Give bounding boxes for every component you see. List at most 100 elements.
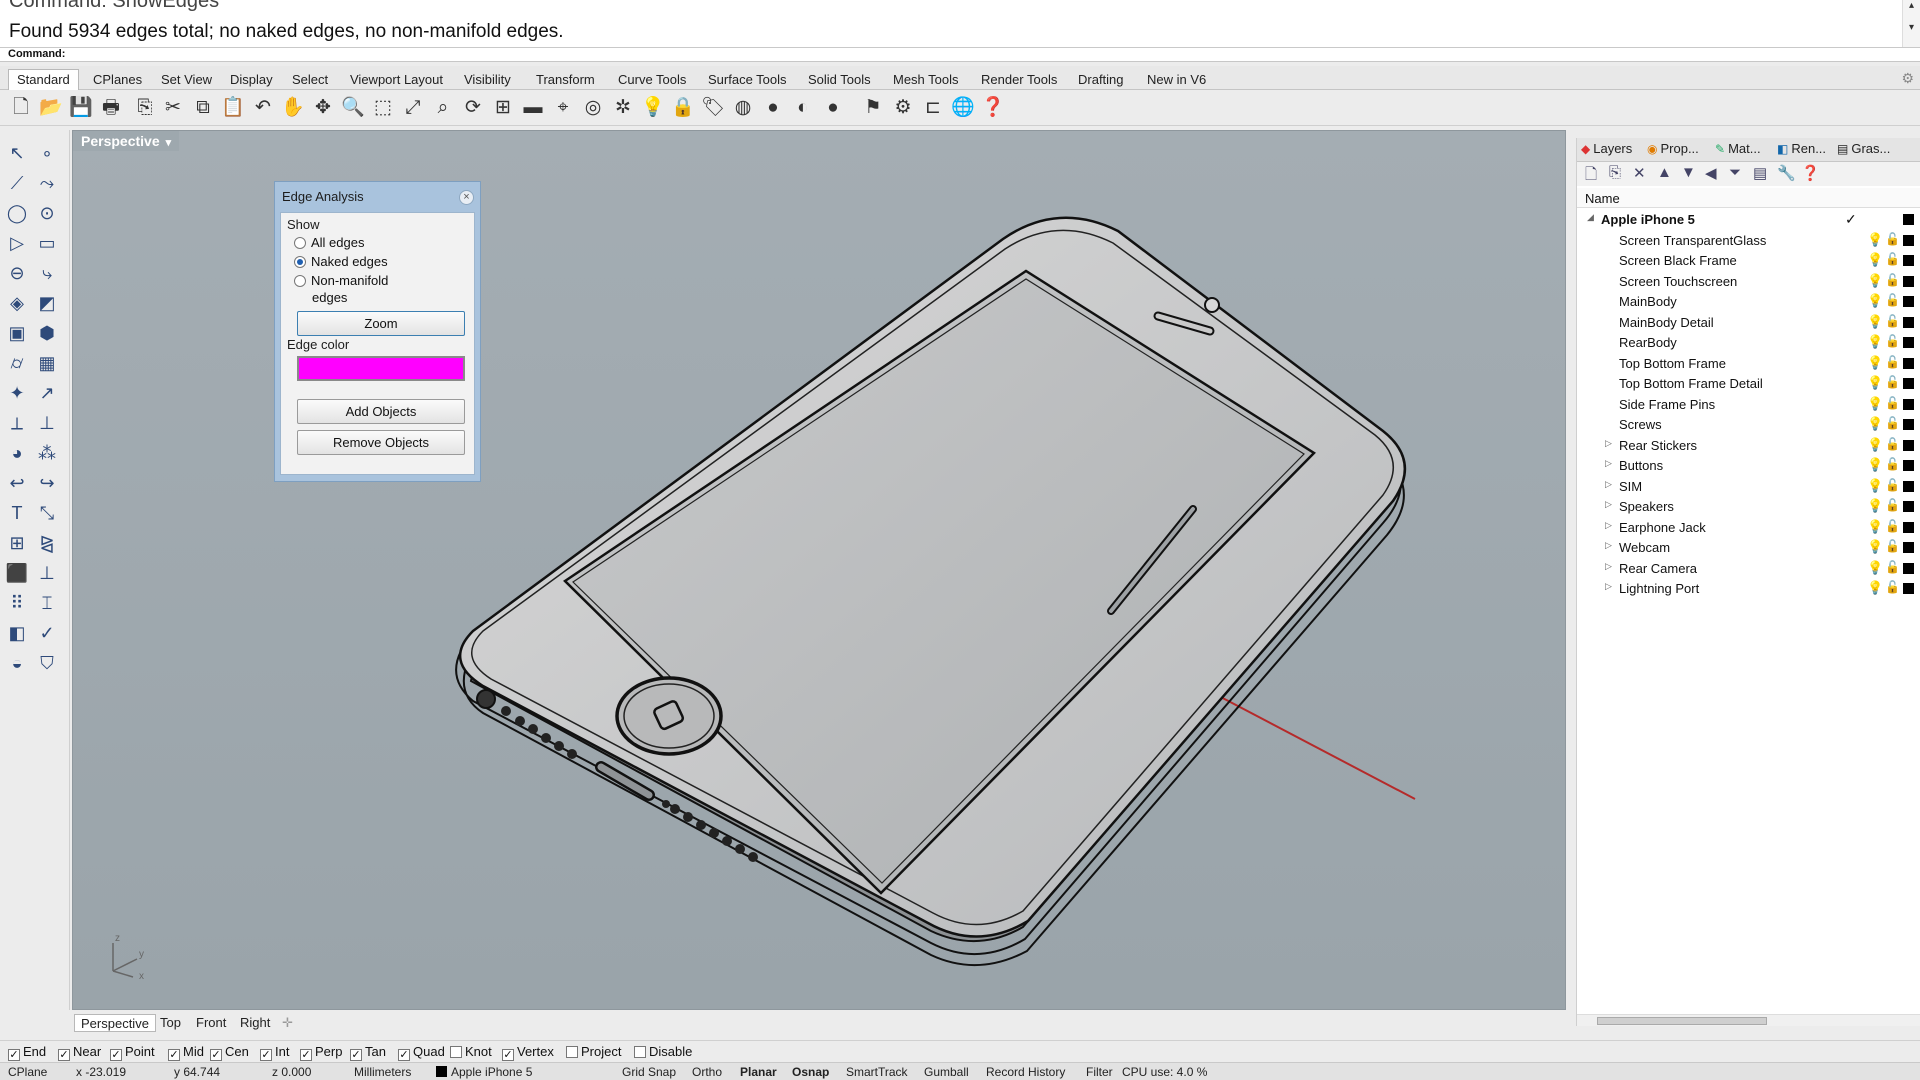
select-arrow-icon[interactable]: ↖ [4,140,30,166]
circle-icon[interactable]: ◯ [4,200,30,226]
layer-color-swatch[interactable] [1903,337,1914,348]
viewport-tab-top[interactable]: Top [154,1014,187,1032]
mirror-icon[interactable]: ⧎ [34,530,60,556]
visibility-bulb-icon[interactable]: 💡 [1867,560,1883,576]
render-sphere-icon[interactable]: ◐ [790,95,816,121]
pan-hand-icon[interactable]: ✋ [280,95,306,121]
help-icon[interactable]: ❓ [1801,164,1820,182]
new-file-icon[interactable]: 🗋 [8,95,34,121]
curve-from-object-icon[interactable]: ⊖ [4,260,30,286]
osnap-point[interactable]: ✓ Point [110,1044,155,1061]
collapse-triangle-icon[interactable]: ◢ [1587,212,1594,223]
layer-color-swatch[interactable] [1903,542,1914,553]
layer-color-swatch[interactable] [1903,521,1914,533]
layer-row[interactable]: Screen Black Frame 💡 🔓 [1577,251,1920,271]
group-icon[interactable]: ⁂ [34,440,60,466]
horizontal-scrollbar[interactable] [1577,1014,1920,1026]
layer-row[interactable]: ▷ SIM 💡 🔓 [1577,477,1920,497]
layer-row[interactable]: Screws 💡 🔓 [1577,415,1920,435]
layer-color-swatch[interactable] [1903,419,1914,430]
light-tools-icon[interactable]: ✦ [4,380,30,406]
save-icon[interactable]: 💾 [68,95,94,121]
layer-row[interactable]: ▷ Earphone Jack 💡 🔓 [1577,518,1920,538]
tab-display[interactable]: Display [222,70,281,90]
checkbox-checked-icon[interactable]: ✓ [110,1049,122,1061]
sweep-icon[interactable]: ↩ [4,470,30,496]
status-smarttrack[interactable]: SmartTrack [846,1065,908,1079]
current-layer-check-icon[interactable]: ✓ [1845,211,1857,228]
zoom-window-icon[interactable]: ⬚ [370,95,396,121]
print-icon[interactable]: 🖶 [98,95,124,121]
layer-row[interactable]: ▷ Speakers 💡 🔓 [1577,497,1920,517]
layer-row[interactable]: ▷ Webcam 💡 🔓 [1577,538,1920,558]
tab-visibility[interactable]: Visibility [456,70,519,90]
layer-row[interactable]: MainBody 💡 🔓 [1577,292,1920,312]
material-sphere-icon[interactable]: ● [760,95,786,121]
layer-color-swatch[interactable] [1903,316,1914,328]
checkbox-checked-icon[interactable]: ✓ [58,1049,70,1061]
options-gear-icon[interactable]: ⚙ [890,95,916,121]
osnap-vertex[interactable]: ✓ Vertex [502,1044,554,1061]
command-input[interactable] [62,48,1882,61]
properties-icon[interactable]: 🏷 [700,95,726,121]
visibility-bulb-icon[interactable]: 💡 [1867,396,1883,412]
unlock-icon[interactable]: 🔓 [1885,560,1900,574]
tab-mesh-tools[interactable]: Mesh Tools [885,70,967,90]
layer-row[interactable]: Side Frame Pins 💡 🔓 [1577,395,1920,415]
viewport-tab-front[interactable]: Front [190,1014,232,1032]
move-parent-icon[interactable]: ◀ [1705,164,1717,182]
status-cplane[interactable]: CPlane [8,1065,47,1079]
visibility-bulb-icon[interactable]: 💡 [1867,539,1883,555]
checkbox-checked-icon[interactable]: ✓ [210,1049,222,1061]
visibility-bulb-icon[interactable]: 💡 [1867,416,1883,432]
unlock-icon[interactable]: 🔓 [1885,273,1900,287]
visibility-bulb-icon[interactable]: 💡 [1867,252,1883,268]
tab-standard[interactable]: Standard [8,69,79,91]
viewport-title[interactable]: Perspective ▾ [73,131,180,151]
layer-row-parent[interactable]: ◢ Apple iPhone 5 ✓ [1577,210,1920,230]
rectangle-icon[interactable]: ▭ [34,230,60,256]
layer-color-swatch[interactable] [1903,214,1914,225]
new-layer-icon[interactable]: 🗋 [1585,164,1597,189]
tab-curve-tools[interactable]: Curve Tools [610,70,694,90]
snap-icon[interactable]: ✲ [610,95,636,121]
add-viewport-icon[interactable]: ✛ [276,1014,299,1032]
status-record-history[interactable]: Record History [986,1065,1065,1079]
wrench-icon[interactable]: 🔧 [1777,164,1796,182]
globe-icon[interactable]: 🌐 [950,95,976,121]
layer-row[interactable]: ▷ Rear Stickers 💡 🔓 [1577,436,1920,456]
osnap-end[interactable]: ✓ End [8,1044,46,1061]
tab-grasshopper[interactable]: ▤ Gras... [1837,141,1890,156]
unlock-icon[interactable]: 🔓 [1885,375,1900,389]
unlock-icon[interactable]: 🔓 [1885,334,1900,348]
checkbox-checked-icon[interactable]: ✓ [502,1049,514,1061]
unlock-icon[interactable]: 🔓 [1885,539,1900,553]
layer-color-swatch[interactable] [1903,255,1914,266]
checkbox-checked-icon[interactable]: ✓ [168,1049,180,1061]
loft-icon[interactable]: ↪ [34,470,60,496]
checkbox-checked-icon[interactable]: ✓ [350,1049,362,1061]
status-ortho[interactable]: Ortho [692,1065,722,1079]
checkbox-checked-icon[interactable]: ✓ [260,1049,272,1061]
color-wheel-icon[interactable]: ◍ [730,95,756,121]
array-tools-icon[interactable]: ⊥ [34,410,60,436]
select-filter-icon[interactable]: ⌖ [550,95,576,121]
status-planar[interactable]: Planar [740,1065,777,1079]
radio-non-manifold[interactable]: Non-manifold [294,273,388,288]
toolbar-settings-gear-icon[interactable]: ⚙ [1901,70,1914,87]
osnap-quad[interactable]: ✓ Quad [398,1044,445,1061]
visibility-bulb-icon[interactable]: 💡 [1867,437,1883,453]
visibility-bulb-icon[interactable]: 💡 [1867,232,1883,248]
cut-icon[interactable]: ✂ [160,95,186,121]
layer-row[interactable]: ▷ Buttons 💡 🔓 [1577,456,1920,476]
layer-row[interactable]: RearBody 💡 🔓 [1577,333,1920,353]
status-osnap[interactable]: Osnap [792,1065,829,1079]
tab-cplanes[interactable]: CPlanes [85,70,150,90]
layer-row[interactable]: Screen TransparentGlass 💡 🔓 [1577,231,1920,251]
layer-color-swatch[interactable] [1903,501,1914,512]
move-view-icon[interactable]: ✥ [310,95,336,121]
tab-new-in-v6[interactable]: New in V6 [1139,70,1214,90]
layer-color-swatch[interactable] [1903,439,1914,451]
light-icon[interactable]: 💡 [640,95,666,121]
unlock-icon[interactable]: 🔓 [1885,457,1900,471]
